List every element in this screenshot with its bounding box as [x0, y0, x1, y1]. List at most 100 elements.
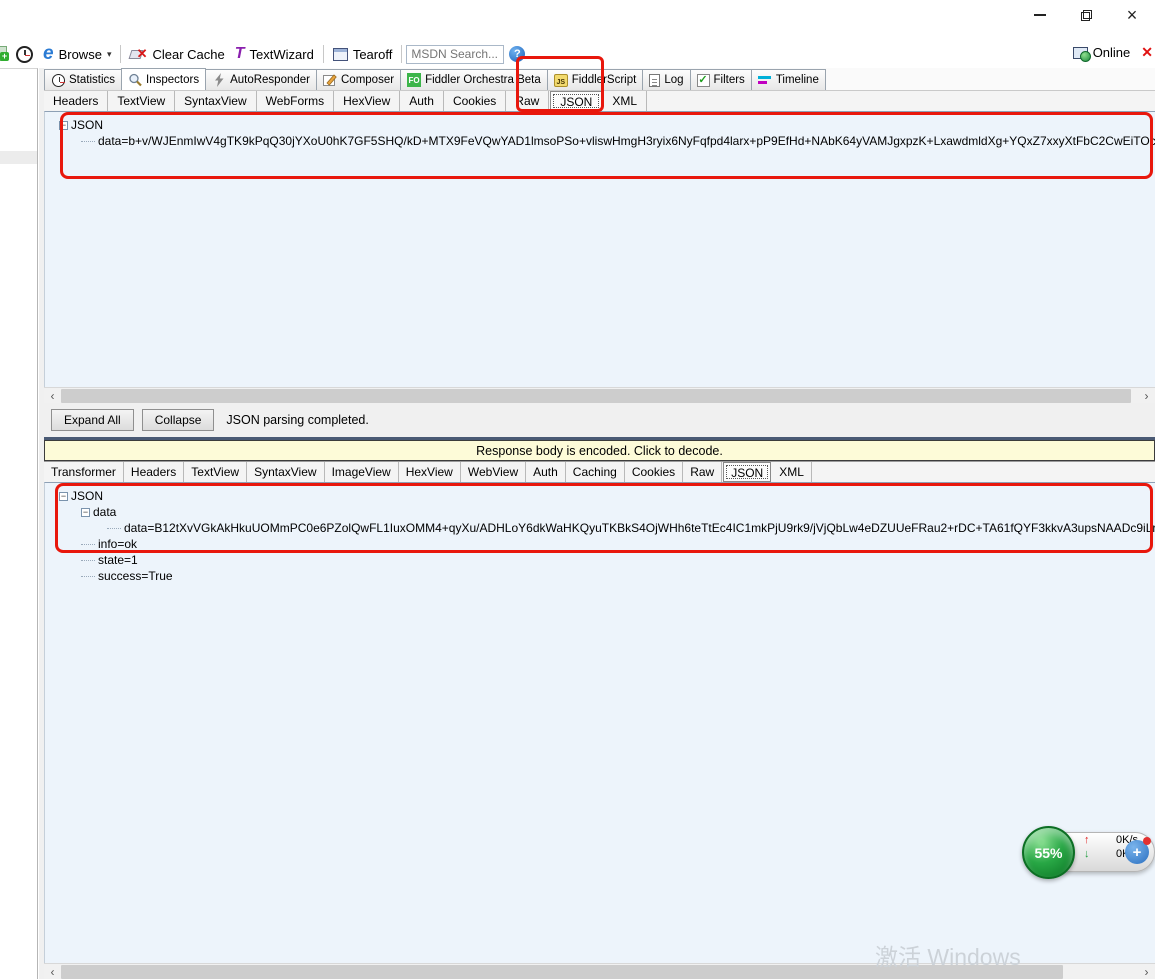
- title-bar: ×: [0, 0, 1155, 40]
- subtab-caching[interactable]: Caching: [566, 462, 625, 482]
- tab-label: Inspectors: [146, 73, 200, 86]
- expand-all-button[interactable]: Expand All: [51, 409, 134, 431]
- subtab-xml[interactable]: XML: [772, 462, 812, 482]
- tab-fiddler-orchestra[interactable]: FO Fiddler Orchestra Beta: [400, 69, 548, 90]
- toolbar-separator: [120, 45, 122, 63]
- compose-icon: [323, 73, 337, 87]
- tree-node-data[interactable]: data=b+v/WJEnmIwV4gTK9kPqQ30jYXoU0hK7GF5…: [59, 133, 1155, 149]
- lightning-icon: [212, 73, 226, 87]
- subtab-imageview[interactable]: ImageView: [325, 462, 399, 482]
- restore-button[interactable]: [1063, 0, 1109, 30]
- msdn-search-input[interactable]: [406, 44, 505, 64]
- subtab-webview[interactable]: WebView: [461, 462, 527, 482]
- request-horizontal-scrollbar[interactable]: ‹ ›: [44, 387, 1155, 403]
- response-horizontal-scrollbar[interactable]: ‹ ›: [44, 963, 1155, 979]
- tab-composer[interactable]: Composer: [316, 69, 402, 90]
- tab-autoresponder[interactable]: AutoResponder: [205, 69, 317, 90]
- subtab-syntaxview[interactable]: SyntaxView: [175, 91, 257, 111]
- online-label: Online: [1092, 45, 1131, 60]
- subtab-textview[interactable]: TextView: [184, 462, 248, 482]
- collapse-toggle-icon[interactable]: −: [81, 507, 90, 517]
- session-list-panel[interactable]: [0, 68, 38, 979]
- checkbox-icon: ✓: [696, 73, 710, 87]
- text-wizard-label: TextWizard: [249, 46, 314, 62]
- add-session-icon[interactable]: +: [0, 46, 9, 62]
- help-icon: ?: [509, 46, 526, 62]
- subtab-transformer[interactable]: Transformer: [44, 462, 124, 482]
- tree-node-data[interactable]: − data: [59, 504, 1155, 520]
- subtab-webforms[interactable]: WebForms: [257, 91, 335, 111]
- close-icon: ×: [1126, 5, 1138, 25]
- tree-node-data-value[interactable]: data=B12tXvVGkAkHkuUOMmPC0e6PZolQwFL1Iux…: [59, 520, 1155, 536]
- tree-connector: [81, 559, 95, 561]
- tab-fiddlerscript[interactable]: JS FiddlerScript: [546, 69, 644, 90]
- browse-label: Browse: [58, 46, 102, 62]
- subtab-auth[interactable]: Auth: [400, 91, 444, 111]
- replay-timer-button[interactable]: [11, 45, 38, 63]
- scroll-left-icon[interactable]: ‹: [44, 964, 61, 979]
- scrollbar-thumb[interactable]: [61, 965, 1063, 979]
- collapse-toggle-icon[interactable]: −: [59, 120, 68, 130]
- tab-label: Timeline: [775, 74, 819, 86]
- tab-label: Composer: [341, 74, 395, 86]
- subtab-headers[interactable]: Headers: [44, 91, 109, 111]
- tab-filters[interactable]: ✓ Filters: [689, 69, 752, 90]
- decode-notice-bar[interactable]: Response body is encoded. Click to decod…: [44, 440, 1155, 461]
- progress-sphere[interactable]: 55%: [1022, 826, 1075, 879]
- online-close-icon[interactable]: ✕: [1141, 44, 1153, 61]
- main-tab-strip: Statistics Inspectors AutoResponder Comp…: [44, 68, 1155, 90]
- subtab-hexview[interactable]: HexView: [399, 462, 461, 482]
- scrollbar-thumb[interactable]: [61, 389, 1131, 403]
- restore-icon: [1080, 9, 1092, 21]
- subtab-json[interactable]: JSON: [723, 462, 772, 482]
- tree-node-label: JSON: [71, 489, 104, 503]
- tree-node-label: info=ok: [98, 537, 138, 551]
- subtab-xml[interactable]: XML: [603, 91, 648, 111]
- close-button[interactable]: ×: [1109, 0, 1155, 30]
- text-wizard-button[interactable]: T TextWizard: [230, 46, 319, 62]
- tree-node-label: success=True: [98, 569, 173, 583]
- subtab-textview[interactable]: TextView: [108, 91, 176, 111]
- clear-cache-button[interactable]: ✕ Clear Cache: [125, 46, 229, 62]
- browser-icon: e: [43, 43, 54, 64]
- tearoff-button[interactable]: Tearoff: [328, 47, 398, 62]
- subtab-headers[interactable]: Headers: [124, 462, 185, 482]
- minimize-button[interactable]: [1017, 0, 1063, 30]
- chevron-down-icon[interactable]: ▾: [107, 49, 112, 60]
- timeline-icon: [757, 76, 772, 84]
- help-button[interactable]: ?: [504, 46, 530, 62]
- subtab-hexview[interactable]: HexView: [334, 91, 401, 111]
- subtab-auth[interactable]: Auth: [526, 462, 566, 482]
- subtab-cookies[interactable]: Cookies: [444, 91, 507, 111]
- scroll-left-icon[interactable]: ‹: [44, 388, 61, 404]
- browse-button[interactable]: e Browse ▾: [38, 43, 116, 64]
- collapse-toggle-icon[interactable]: −: [59, 491, 68, 501]
- tab-label: Filters: [713, 74, 745, 86]
- notification-dot: [1143, 837, 1151, 845]
- tab-label: Fiddler Orchestra Beta: [425, 74, 541, 86]
- scroll-right-icon[interactable]: ›: [1138, 964, 1155, 979]
- tree-node-info[interactable]: info=ok: [59, 536, 1155, 552]
- collapse-button[interactable]: Collapse: [141, 409, 215, 431]
- session-row[interactable]: [0, 151, 37, 164]
- tab-log[interactable]: Log: [642, 69, 691, 90]
- request-inspector-tabs: Headers TextView SyntaxView WebForms Hex…: [44, 90, 1155, 111]
- subtab-cookies[interactable]: Cookies: [625, 462, 684, 482]
- tree-node-success[interactable]: success=True: [59, 568, 1155, 584]
- subtab-syntaxview[interactable]: SyntaxView: [247, 462, 325, 482]
- tree-node-state[interactable]: state=1: [59, 552, 1155, 568]
- tree-node-label: JSON: [71, 118, 104, 132]
- scroll-right-icon[interactable]: ›: [1138, 388, 1155, 404]
- tree-node-root[interactable]: − JSON: [59, 488, 1155, 504]
- script-icon: JS: [553, 73, 568, 87]
- subtab-raw[interactable]: Raw: [683, 462, 723, 482]
- subtab-json[interactable]: JSON: [550, 91, 603, 111]
- tab-timeline[interactable]: Timeline: [750, 69, 826, 90]
- tab-inspectors[interactable]: Inspectors: [121, 68, 207, 90]
- download-arrow-icon: ↓: [1084, 848, 1090, 860]
- subtab-raw[interactable]: Raw: [506, 91, 550, 111]
- tab-statistics[interactable]: Statistics: [44, 69, 123, 90]
- tree-node-label: data=B12tXvVGkAkHkuUOMmPC0e6PZolQwFL1Iux…: [124, 521, 1155, 535]
- toolbar: + e Browse ▾ ✕ Clear Cache T TextWizard …: [0, 40, 1155, 68]
- tree-node-root[interactable]: − JSON: [59, 117, 1155, 133]
